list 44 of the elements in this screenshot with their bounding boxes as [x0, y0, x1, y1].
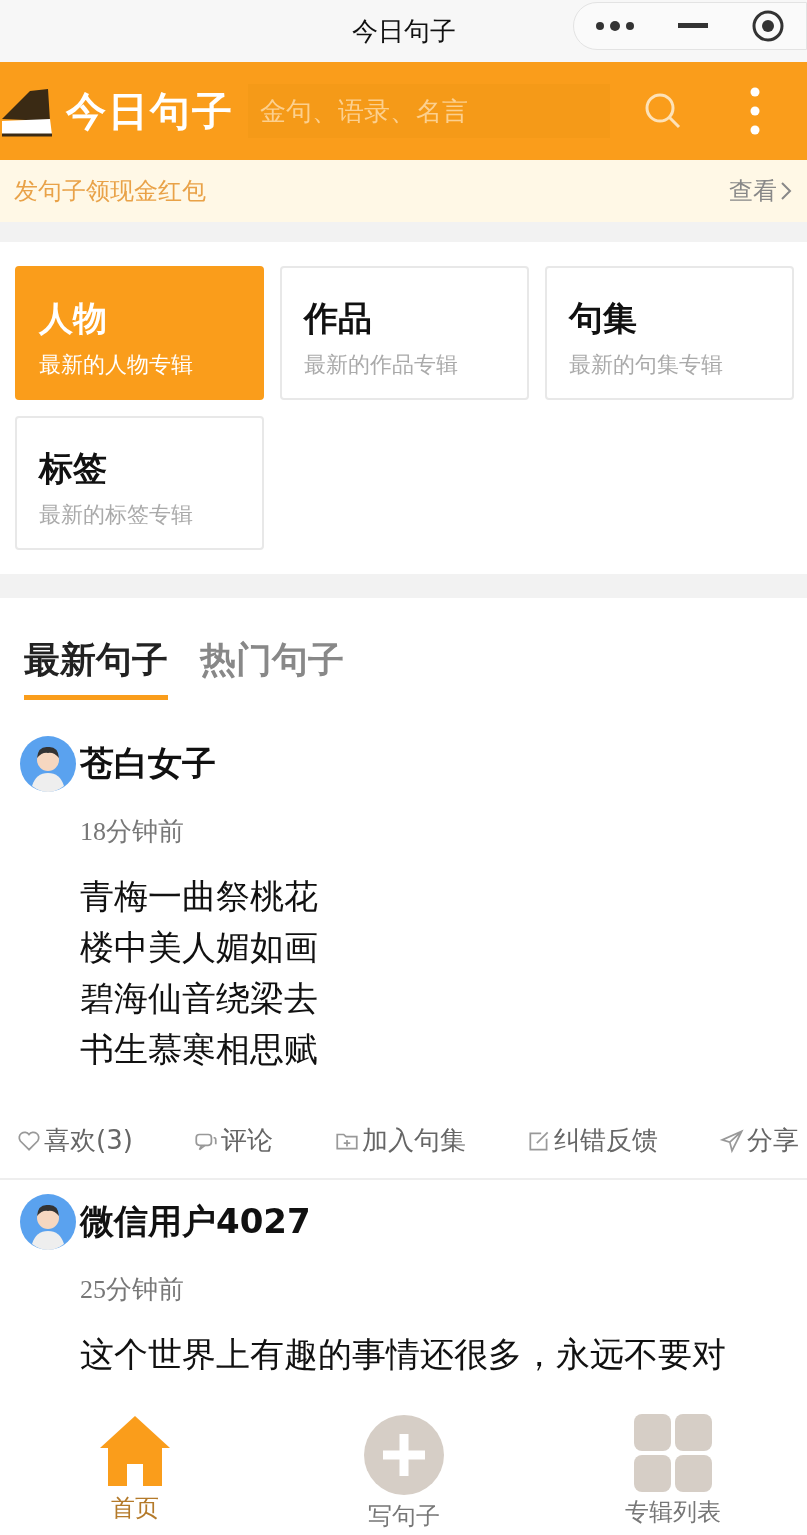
category-subtitle: 最新的句集专辑	[569, 351, 724, 379]
post-action[interactable]: 加入句集	[333, 1123, 466, 1158]
category-card[interactable]: 作品 最新的作品专辑	[280, 266, 529, 400]
category-subtitle: 最新的标签专辑	[39, 501, 194, 529]
user-name: 微信用户4027	[80, 1200, 311, 1243]
category-title: 句集	[569, 297, 638, 340]
category-card[interactable]: 句集 最新的句集专辑	[545, 266, 794, 400]
post-action[interactable]: 评论	[193, 1123, 274, 1158]
post-text-line: 青梅一曲祭桃花	[80, 875, 319, 918]
post-time: 18分钟前	[79, 816, 185, 848]
more-icon[interactable]	[595, 21, 636, 31]
nav-tab[interactable]: 写句子	[303, 1410, 504, 1535]
category-title: 人物	[39, 297, 108, 340]
view-link[interactable]: 查看	[729, 175, 793, 207]
search-field[interactable]: 金句、语录、名言	[248, 84, 610, 138]
post-action[interactable]: 喜欢(3)	[16, 1123, 133, 1158]
post-action[interactable]: 纠错反馈	[526, 1123, 659, 1158]
promo-text: 发句子领现金红包	[14, 176, 206, 207]
feed-tab[interactable]: 热门句子	[200, 636, 344, 700]
post-action[interactable]: 分享	[718, 1123, 799, 1158]
minimize-icon[interactable]	[678, 23, 708, 29]
app-logo: 今日句子	[66, 86, 234, 136]
avatar-icon	[20, 1194, 76, 1250]
avatar-icon	[20, 736, 76, 792]
nav-tab[interactable]: 专辑列表	[572, 1410, 773, 1535]
post-text-line: 这个世界上有趣的事情还很多，永远不要对	[80, 1333, 727, 1376]
category-title: 标签	[39, 447, 108, 490]
post-time: 25分钟前	[79, 1274, 185, 1306]
send-icon	[718, 1127, 745, 1154]
post-text-line: 书生慕寒相思赋	[80, 1028, 319, 1071]
category-subtitle: 最新的人物专辑	[39, 351, 194, 379]
window-title: 今日句子	[351, 14, 456, 48]
category-subtitle: 最新的作品专辑	[304, 351, 459, 379]
post-text-line: 碧海仙音绕梁去	[80, 977, 319, 1020]
category-card[interactable]: 标签 最新的标签专辑	[15, 416, 264, 550]
close-icon[interactable]	[750, 9, 785, 43]
post-text-line: 楼中美人媚如画	[80, 926, 319, 969]
category-title: 作品	[304, 297, 373, 340]
plus-circle-icon	[362, 1414, 445, 1496]
chevron-icon	[779, 180, 793, 202]
user-name: 苍白女子	[80, 742, 216, 785]
grid-icon	[633, 1414, 712, 1492]
feed-tab[interactable]: 最新句子	[24, 636, 168, 700]
nav-tab[interactable]: 首页	[34, 1410, 235, 1535]
